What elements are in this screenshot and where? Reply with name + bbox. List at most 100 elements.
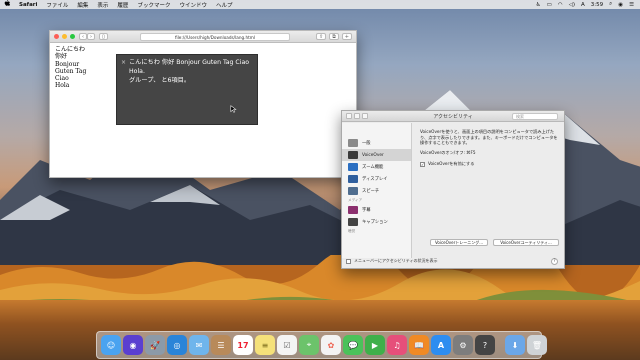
prefs-sidebar: 一般 VoiceOver ズーム機能 ディスプレイ スピーチ メディア 字幕 キ… xyxy=(342,123,412,258)
menu-bookmarks[interactable]: ブックマーク xyxy=(137,1,170,9)
ibooks-icon[interactable]: 📖 xyxy=(409,335,429,355)
contacts-icon[interactable]: ☰ xyxy=(211,335,231,355)
voiceover-pane: VoiceOverを使うと、画面上の項目の説明をコンピュータで読み上げたり、点字… xyxy=(420,129,560,167)
help-button[interactable]: ? xyxy=(551,258,558,265)
caption-line-2: グループ、 と6項目。 xyxy=(129,77,191,84)
forward-button[interactable]: › xyxy=(87,33,95,40)
safari-icon[interactable]: ◎ xyxy=(167,335,187,355)
menu-view[interactable]: 表示 xyxy=(97,1,108,9)
prefs-back-button[interactable] xyxy=(346,113,352,119)
sidebar-item-general[interactable]: 一般 xyxy=(342,137,411,149)
launchpad-icon[interactable]: 🚀 xyxy=(145,335,165,355)
sidebar-item-label: キャプション xyxy=(362,220,388,225)
enable-voiceover-label: VoiceOverを有効にする xyxy=(428,161,475,167)
voiceover-training-label: VoiceOverトレーニング... xyxy=(434,239,484,245)
trash-icon[interactable]: 🗑 xyxy=(527,335,547,355)
accessibility-prefs-window: アクセシビリティ 検索 一般 VoiceOver ズーム機能 ディスプレイ スピ… xyxy=(341,110,565,269)
wifi-icon[interactable]: ◠ xyxy=(558,2,563,8)
tabs-icon[interactable]: ⧉ xyxy=(329,33,339,40)
checkbox-unchecked-icon xyxy=(346,258,351,264)
input-menu-icon[interactable]: A xyxy=(581,2,585,8)
apple-menu-icon[interactable] xyxy=(4,0,11,9)
photos-icon[interactable]: ✿ xyxy=(321,335,341,355)
sidebar-item-label: 字幕 xyxy=(362,208,371,213)
prefs-search-input[interactable]: 検索 xyxy=(512,113,558,120)
share-icon[interactable]: ⇪ xyxy=(316,33,327,40)
back-button[interactable]: ‹ xyxy=(79,33,87,40)
sidebar-toggle-icon[interactable]: ▯ xyxy=(99,33,108,40)
caption-close-icon[interactable]: × xyxy=(121,58,126,67)
itunes-icon[interactable]: ♫ xyxy=(387,335,407,355)
mail-icon[interactable]: ✉ xyxy=(189,335,209,355)
siri-dock-icon[interactable]: ◉ xyxy=(123,335,143,355)
safari-toolbar: ‹ › ▯ file:///Users/high/Downloads/lang.… xyxy=(50,31,356,43)
mouse-pointer-icon xyxy=(230,105,237,115)
clock-text[interactable]: 3:59 xyxy=(591,2,603,8)
section-media: メディア xyxy=(348,198,363,202)
new-tab-icon[interactable]: + xyxy=(341,33,352,40)
speech-icon xyxy=(348,187,358,195)
notification-icon[interactable]: ☰ xyxy=(629,2,634,8)
zoom-button[interactable] xyxy=(70,34,75,39)
prefs-title: アクセシビリティ xyxy=(433,113,473,120)
descriptions-icon xyxy=(348,206,358,214)
menu-window[interactable]: ウインドウ xyxy=(179,1,207,9)
search-placeholder: 検索 xyxy=(516,113,524,119)
prefs-titlebar: アクセシビリティ 検索 xyxy=(342,111,564,122)
search-icon[interactable]: ⌕ xyxy=(609,1,612,8)
sidebar-item-speech[interactable]: スピーチ xyxy=(342,185,411,197)
menu-edit[interactable]: 編集 xyxy=(77,1,88,9)
voiceover-toggle-hint: VoiceOverのオン/オフ: ⌘F5 xyxy=(420,149,476,155)
url-text: file:///Users/high/Downloads/lang.html xyxy=(174,34,256,40)
finder-icon[interactable]: ☺ xyxy=(101,335,121,355)
sidebar-item-display[interactable]: ディスプレイ xyxy=(342,173,411,185)
downloads-folder-icon[interactable]: ⬇ xyxy=(505,335,525,355)
dock: ☺ ◉ 🚀 ◎ ✉ ☰ 17 ≡ ☑ ⌖ ✿ 💬 ▶ ♫ 📖 A ⚙ ? ⬇ 🗑 xyxy=(96,331,547,359)
prefs-forward-button[interactable] xyxy=(354,113,360,119)
menu-extras: ♿ ▭ ◠ ◁) A 3:59 ⌕ ◉ ☰ xyxy=(536,0,634,9)
volume-icon[interactable]: ◁) xyxy=(569,2,575,8)
display-icon xyxy=(348,175,358,183)
messages-icon[interactable]: 💬 xyxy=(343,335,363,355)
menu-app-name[interactable]: Safari xyxy=(19,2,37,8)
general-icon xyxy=(348,139,358,147)
siri-icon[interactable]: ◉ xyxy=(618,2,623,8)
voiceover-training-button[interactable]: VoiceOverトレーニング... xyxy=(430,239,488,246)
sidebar-item-label: スピーチ xyxy=(362,189,380,194)
menu-help[interactable]: ヘルプ xyxy=(216,1,233,9)
close-button[interactable] xyxy=(54,34,59,39)
address-bar[interactable]: file:///Users/high/Downloads/lang.html xyxy=(140,33,290,41)
show-status-label: メニューバーにアクセシビリティの状況を表示 xyxy=(354,258,438,263)
accessibility-inspector-icon[interactable]: ? xyxy=(475,335,495,355)
sidebar-item-captions[interactable]: キャプション xyxy=(342,216,411,228)
sidebar-item-label: 一般 xyxy=(362,141,371,146)
voiceover-utility-button[interactable]: VoiceOverユーティリティ... xyxy=(493,239,559,246)
airplay-icon[interactable]: ▭ xyxy=(547,2,552,8)
reminders-icon[interactable]: ☑ xyxy=(277,335,297,355)
system-preferences-icon[interactable]: ⚙ xyxy=(453,335,473,355)
minimize-button[interactable] xyxy=(62,34,67,39)
section-hearing: 聴覚 xyxy=(348,229,356,233)
sidebar-item-label: ディスプレイ xyxy=(362,177,388,182)
checkbox-checked-icon: ✓ xyxy=(420,161,425,167)
sidebar-item-zoom[interactable]: ズーム機能 xyxy=(342,161,411,173)
prefs-nav xyxy=(346,113,368,119)
sidebar-item-voiceover[interactable]: VoiceOver xyxy=(342,149,411,161)
captions-icon xyxy=(348,218,358,226)
maps-icon[interactable]: ⌖ xyxy=(299,335,319,355)
page-line: こんにちわ xyxy=(55,46,86,53)
voiceover-utility-label: VoiceOverユーティリティ... xyxy=(500,239,552,245)
menu-file[interactable]: ファイル xyxy=(46,1,68,9)
app-store-icon[interactable]: A xyxy=(431,335,451,355)
show-all-icon[interactable] xyxy=(362,113,368,119)
menu-history[interactable]: 履歴 xyxy=(117,1,128,9)
window-controls xyxy=(54,34,75,39)
show-status-in-menubar-checkbox[interactable]: メニューバーにアクセシビリティの状況を表示 xyxy=(346,258,438,264)
enable-voiceover-checkbox[interactable]: ✓ VoiceOverを有効にする xyxy=(420,161,560,167)
sidebar-item-descriptions[interactable]: 字幕 xyxy=(342,204,411,216)
caption-line-1: こんにちわ 你好 Bonjour Guten Tag Ciao Hola. xyxy=(129,59,250,75)
voiceover-icon[interactable]: ♿ xyxy=(536,2,541,8)
calendar-icon[interactable]: 17 xyxy=(233,335,253,355)
facetime-icon[interactable]: ▶ xyxy=(365,335,385,355)
notes-icon[interactable]: ≡ xyxy=(255,335,275,355)
